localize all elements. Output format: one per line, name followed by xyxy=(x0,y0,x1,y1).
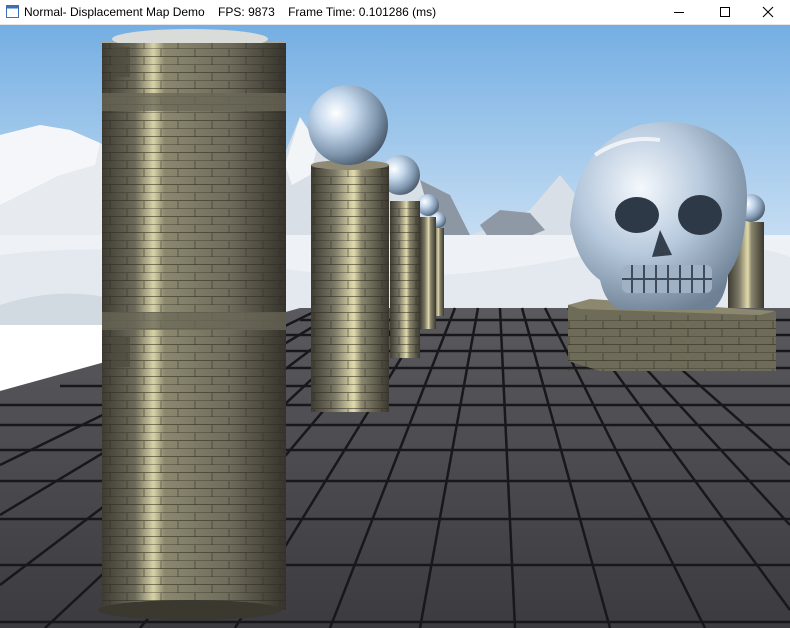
title-bar[interactable]: Normal- Displacement Map Demo FPS: 9873 … xyxy=(0,0,790,25)
window-title: Normal- Displacement Map Demo FPS: 9873 … xyxy=(24,5,437,19)
minimize-button[interactable] xyxy=(656,0,702,24)
app-window: Normal- Displacement Map Demo FPS: 9873 … xyxy=(0,0,790,628)
maximize-icon xyxy=(720,7,730,17)
render-viewport[interactable] xyxy=(0,25,790,628)
app-icon xyxy=(6,5,19,18)
front-pillar xyxy=(98,29,286,620)
close-icon xyxy=(762,6,774,18)
minimize-icon xyxy=(674,12,684,13)
scene-render xyxy=(0,25,790,628)
close-button[interactable] xyxy=(746,0,790,24)
maximize-button[interactable] xyxy=(702,0,748,24)
